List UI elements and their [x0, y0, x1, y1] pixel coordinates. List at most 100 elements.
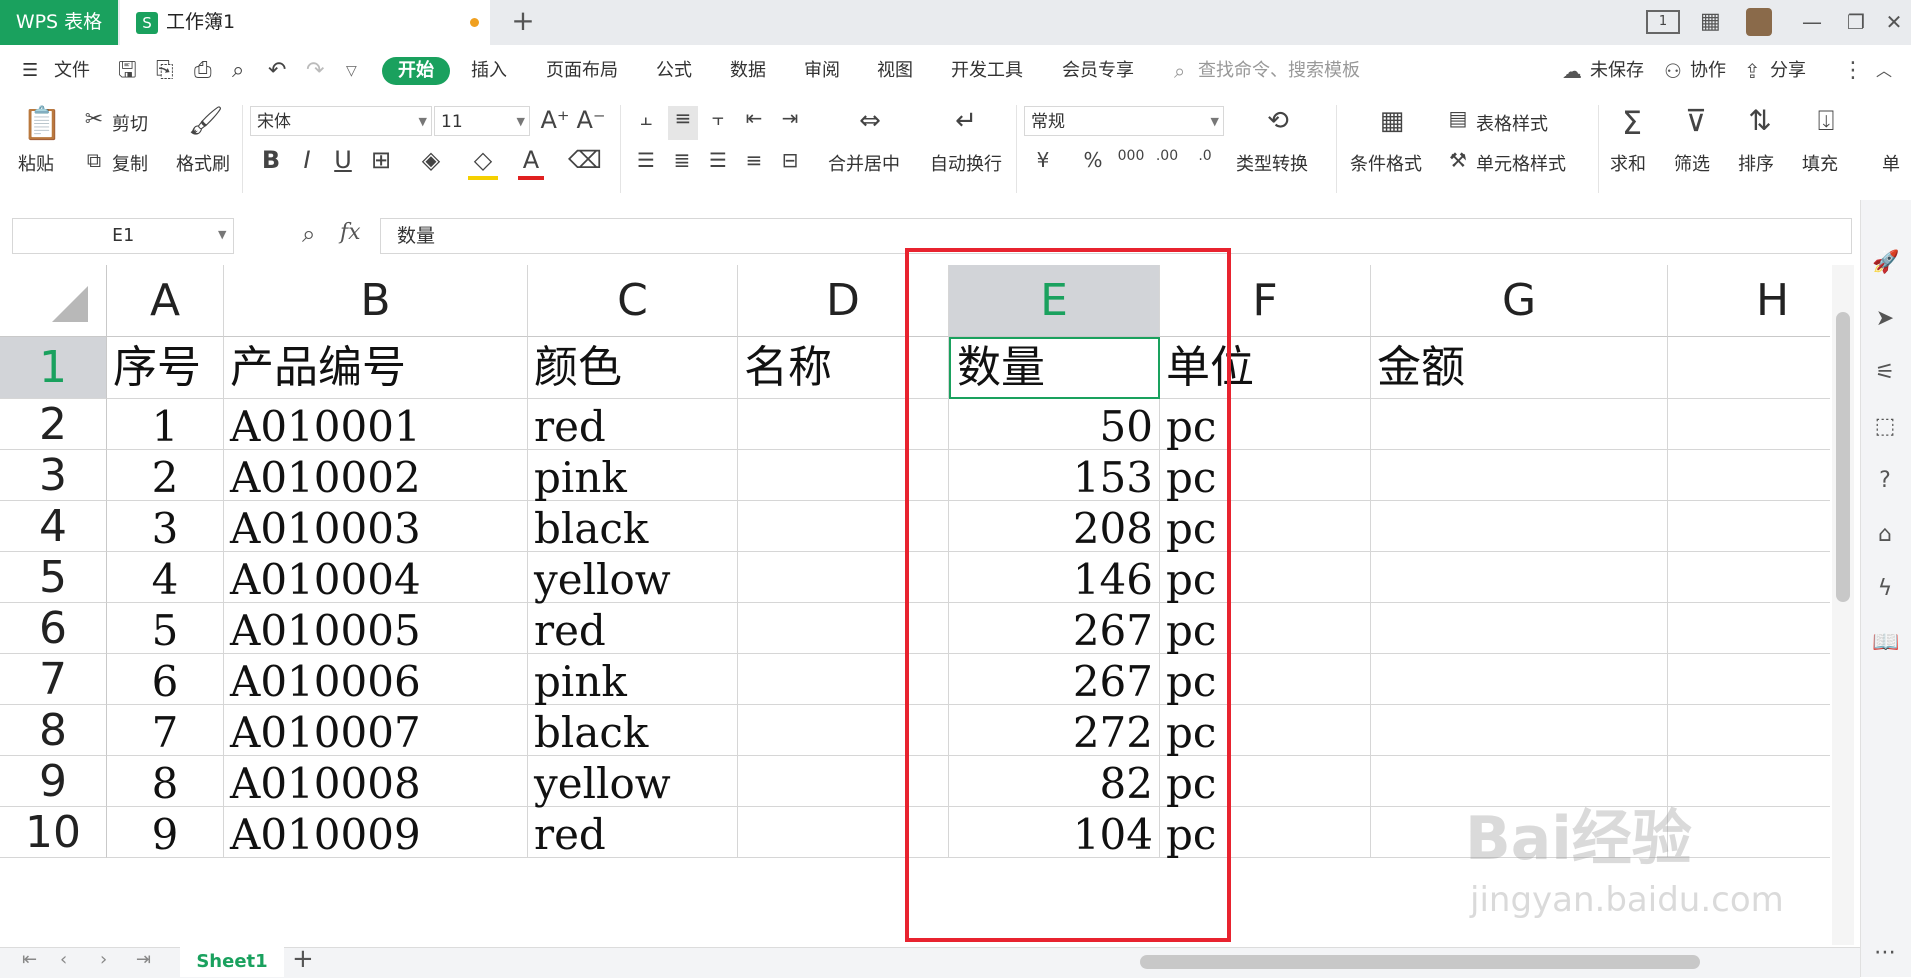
avatar[interactable] [1746, 8, 1772, 36]
number-format-select[interactable]: 常规 ▼ [1024, 106, 1224, 136]
align-left-icon[interactable]: ☰ [632, 148, 660, 172]
first-sheet-icon[interactable]: ⇤ [22, 949, 37, 970]
cell-a6[interactable]: 5 [107, 603, 224, 655]
cell-a4[interactable]: 3 [107, 501, 224, 553]
cell-a9[interactable]: 8 [107, 756, 224, 808]
print-preview-icon[interactable]: ⌕ [232, 45, 244, 97]
grid-apps-icon[interactable]: ▦ [1700, 10, 1724, 34]
menu-developer[interactable]: 开发工具 [951, 45, 1023, 97]
cell-g6[interactable] [1371, 603, 1668, 654]
redo-icon[interactable]: ↷ [306, 45, 324, 97]
cell-b6[interactable]: A010005 [224, 603, 528, 655]
increase-indent-icon[interactable]: ⇥ [776, 106, 804, 130]
cell-a10[interactable]: 9 [107, 807, 224, 859]
new-tab-button[interactable]: + [510, 0, 536, 45]
cell-a1[interactable]: 序号 [107, 337, 224, 399]
cell-c4[interactable]: black [528, 501, 738, 553]
merge-center-button[interactable]: 合并居中 [828, 150, 900, 176]
increase-decimal-icon[interactable]: .00 [1152, 148, 1182, 164]
document-tab[interactable]: S 工作簿1 [120, 0, 490, 45]
collaborate-button[interactable]: 协作 [1690, 45, 1726, 97]
cell-h5[interactable] [1668, 552, 1830, 603]
cell-h9[interactable] [1668, 756, 1830, 807]
row-header-1[interactable]: 1 [0, 337, 107, 399]
collapse-ribbon-icon[interactable]: ︿ [1876, 45, 1892, 97]
wrap-text-button[interactable]: 自动换行 [930, 150, 1002, 176]
cell-g7[interactable] [1371, 654, 1668, 705]
column-header-b[interactable]: B [224, 265, 528, 337]
menu-view[interactable]: 视图 [877, 45, 913, 97]
cell-h3[interactable] [1668, 450, 1830, 501]
last-sheet-icon[interactable]: ⇥ [136, 949, 151, 970]
paste-icon[interactable]: 📋 [22, 104, 62, 144]
name-box[interactable]: E1 [12, 218, 234, 254]
cell-b3[interactable]: A010002 [224, 450, 528, 502]
sort-button[interactable]: 排序 [1738, 150, 1774, 176]
filter-button[interactable]: 筛选 [1674, 150, 1710, 176]
cell-a3[interactable]: 2 [107, 450, 224, 502]
undo-icon[interactable]: ↶ [268, 45, 286, 97]
save-icon[interactable]: 🖫 [118, 45, 137, 97]
cell-g8[interactable] [1371, 705, 1668, 756]
paste-button[interactable]: 粘贴 [18, 150, 54, 176]
row-header-9[interactable]: 9 [0, 756, 107, 807]
prev-sheet-icon[interactable]: ‹ [60, 949, 67, 970]
cell-g5[interactable] [1371, 552, 1668, 603]
type-convert-icon[interactable]: ⟲ [1260, 106, 1296, 136]
menu-start[interactable]: 开始 [382, 57, 450, 85]
next-sheet-icon[interactable]: › [100, 949, 107, 970]
cell-c2[interactable]: red [528, 399, 738, 451]
row-header-3[interactable]: 3 [0, 450, 107, 501]
percent-icon[interactable]: % [1080, 148, 1106, 172]
font-size-select[interactable]: 11 ▼ [434, 106, 530, 136]
share-button[interactable]: 分享 [1770, 45, 1806, 97]
menu-insert[interactable]: 插入 [471, 45, 507, 97]
currency-icon[interactable]: ¥ [1030, 148, 1056, 172]
export-icon[interactable]: ⎘ [156, 45, 174, 97]
align-bottom-icon[interactable]: ⫟ [704, 106, 732, 130]
sum-button[interactable]: 求和 [1610, 150, 1646, 176]
app-tab[interactable]: WPS 表格 [0, 0, 118, 45]
fill-color-icon[interactable]: ◇ [468, 146, 498, 180]
fill-down-icon[interactable]: ⍗ [1808, 104, 1844, 138]
cut-button[interactable]: 剪切 [112, 110, 148, 136]
cell-h6[interactable] [1668, 603, 1830, 654]
cell-b4[interactable]: A010003 [224, 501, 528, 553]
justify-icon[interactable]: ≡ [740, 148, 768, 172]
transform-icon[interactable]: ⬚ [1872, 414, 1898, 440]
cell-h8[interactable] [1668, 705, 1830, 756]
conditional-format-button[interactable]: 条件格式 [1350, 150, 1422, 176]
align-right-icon[interactable]: ☰ [704, 148, 732, 172]
increase-font-icon[interactable]: A⁺ [540, 106, 570, 134]
align-top-icon[interactable]: ⫠ [632, 106, 660, 130]
vertical-scroll-thumb[interactable] [1836, 312, 1850, 602]
cell-c7[interactable]: pink [528, 654, 738, 706]
copy-button[interactable]: 复制 [112, 150, 148, 176]
cell-b5[interactable]: A010004 [224, 552, 528, 604]
close-button[interactable]: ✕ [1874, 0, 1911, 45]
filter-icon[interactable]: ⊽ [1678, 104, 1714, 139]
format-painter-icon[interactable]: 🖌 [188, 104, 224, 137]
row-header-5[interactable]: 5 [0, 552, 107, 603]
help-icon[interactable]: ? [1872, 468, 1898, 494]
row-header-8[interactable]: 8 [0, 705, 107, 756]
cell-b7[interactable]: A010006 [224, 654, 528, 706]
cell-c3[interactable]: pink [528, 450, 738, 502]
cell-h10[interactable] [1668, 807, 1830, 858]
align-middle-icon[interactable]: ≡ [668, 106, 698, 140]
cell-g3[interactable] [1371, 450, 1668, 501]
row-header-10[interactable]: 10 [0, 807, 107, 858]
decrease-font-icon[interactable]: A⁻ [576, 106, 606, 134]
font-name-select[interactable]: 宋体 ▼ [250, 106, 432, 136]
cell-g4[interactable] [1371, 501, 1668, 552]
format-painter-button[interactable]: 格式刷 [176, 150, 230, 176]
fx-icon[interactable]: fx [340, 220, 361, 245]
font-color-icon[interactable]: A [518, 146, 544, 180]
clear-format-icon[interactable]: ⌫ [568, 146, 602, 174]
table-style-button[interactable]: 表格样式 [1476, 110, 1548, 136]
column-header-h[interactable]: H [1668, 265, 1830, 337]
quick-access-dropdown-icon[interactable]: ▽ [346, 45, 357, 97]
cell-b1[interactable]: 产品编号 [224, 337, 528, 399]
cell-c8[interactable]: black [528, 705, 738, 757]
single-button[interactable]: 单 [1882, 150, 1900, 176]
